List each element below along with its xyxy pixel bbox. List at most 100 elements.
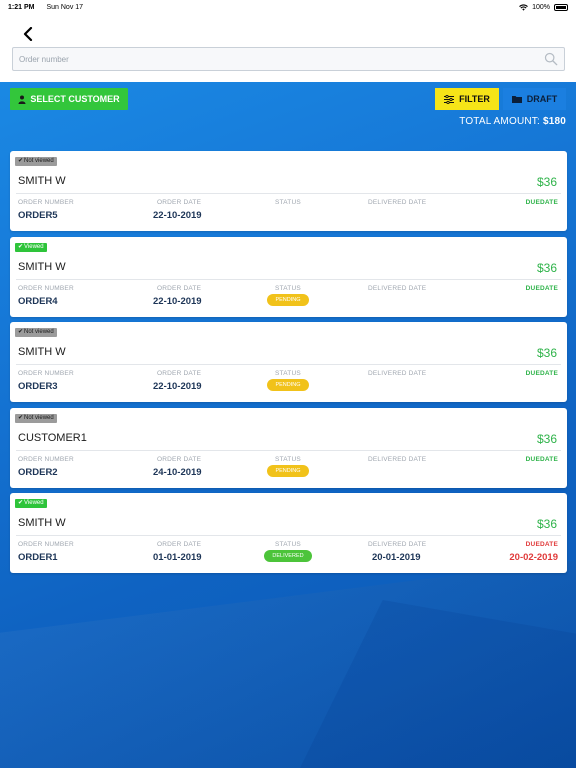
- check-icon: ✔: [18, 500, 24, 506]
- status-right: 100%: [519, 3, 568, 11]
- order-date: 01-01-2019: [153, 552, 202, 563]
- delivered-date-header: DELIVERED DATE: [368, 541, 427, 548]
- status-header: STATUS: [275, 455, 301, 463]
- order-date-header: ORDER DATE: [157, 455, 202, 463]
- viewed-badge: ✔ Not viewed: [15, 413, 57, 423]
- folder-icon: [511, 96, 522, 103]
- viewed-badge-label: Viewed: [24, 243, 44, 250]
- order-number-header: ORDER NUMBER: [18, 284, 74, 292]
- status-pill: PENDING: [267, 379, 309, 391]
- order-number-header: ORDER NUMBER: [18, 541, 74, 548]
- order-amount: $36: [536, 175, 557, 189]
- order-amount: $36: [536, 431, 557, 446]
- search-input[interactable]: [19, 54, 544, 64]
- total-amount: TOTAL AMOUNT: $180: [459, 116, 566, 127]
- duedate-header: DUEDATE: [525, 199, 558, 206]
- viewed-badge: ✔ Viewed: [15, 499, 47, 508]
- order-date-header: ORDER DATE: [157, 541, 202, 548]
- customer-name: CUSTOMER1: [18, 431, 87, 444]
- delivered-date-header: DELIVERED DATE: [368, 199, 427, 206]
- divider: [16, 364, 561, 365]
- due-date: 20-02-2019: [509, 552, 558, 563]
- viewed-badge: ✔ Viewed: [15, 242, 47, 252]
- order-amount: $36: [536, 260, 557, 275]
- order-amount: $36: [536, 346, 557, 360]
- filter-button[interactable]: FILTER: [435, 88, 499, 110]
- draft-button[interactable]: DRAFT: [503, 88, 566, 110]
- customer-name: SMITH W: [18, 517, 66, 529]
- delivered-date: 20-01-2019: [372, 552, 421, 563]
- order-number: ORDER3: [18, 381, 58, 392]
- select-customer-label: SELECT CUSTOMER: [30, 94, 120, 104]
- user-icon: [18, 95, 26, 104]
- order-date: 22-10-2019: [153, 210, 202, 221]
- customer-name: SMITH W: [18, 260, 66, 273]
- status-header: STATUS: [275, 370, 301, 377]
- top-bar: 1:21 PM Sun Nov 17 100%: [0, 0, 576, 82]
- viewed-badge-label: Not viewed: [24, 414, 54, 421]
- order-date: 22-10-2019: [153, 295, 202, 307]
- viewed-badge: ✔ Not viewed: [15, 157, 57, 166]
- order-number: ORDER2: [18, 466, 58, 478]
- filter-icon: [444, 94, 455, 104]
- check-icon: ✔: [18, 243, 24, 250]
- status-pill: PENDING: [267, 293, 309, 306]
- back-button[interactable]: [18, 24, 38, 44]
- viewed-badge-label: Not viewed: [24, 329, 54, 335]
- order-number: ORDER4: [18, 295, 58, 307]
- order-number: ORDER1: [18, 552, 58, 563]
- battery-icon: [554, 3, 568, 11]
- status-header: STATUS: [275, 541, 301, 548]
- delivered-date-header: DELIVERED DATE: [368, 370, 427, 377]
- check-icon: ✔: [18, 329, 24, 335]
- orders-list: ✔ Not viewed SMITH W $36 ORDER NUMBER OR…: [10, 151, 567, 579]
- order-date-header: ORDER DATE: [157, 284, 202, 292]
- status-header: STATUS: [275, 284, 301, 292]
- order-date: 24-10-2019: [153, 466, 202, 478]
- status-bar: 1:21 PM Sun Nov 17 100%: [0, 0, 576, 14]
- delivered-date-header: DELIVERED DATE: [368, 455, 427, 463]
- total-value: $180: [542, 116, 566, 127]
- order-number-header: ORDER NUMBER: [18, 370, 74, 377]
- order-card[interactable]: ✔ Not viewed CUSTOMER1 $36 ORDER NUMBER …: [10, 407, 567, 488]
- order-date-header: ORDER DATE: [157, 199, 202, 206]
- order-number-header: ORDER NUMBER: [18, 455, 74, 463]
- select-customer-button[interactable]: SELECT CUSTOMER: [10, 88, 128, 110]
- total-label: TOTAL AMOUNT:: [459, 116, 540, 127]
- status-date: Sun Nov 17: [46, 3, 84, 11]
- viewed-badge-label: Not viewed: [24, 158, 54, 164]
- order-card[interactable]: ✔ Not viewed SMITH W $36 ORDER NUMBER OR…: [10, 151, 567, 231]
- check-icon: ✔: [18, 158, 24, 164]
- search-icon[interactable]: [544, 52, 558, 66]
- check-icon: ✔: [18, 414, 24, 421]
- order-number-header: ORDER NUMBER: [18, 199, 74, 206]
- customer-name: SMITH W: [18, 175, 66, 187]
- divider: [16, 449, 561, 451]
- duedate-header: DUEDATE: [525, 541, 558, 548]
- status-pill: PENDING: [267, 464, 309, 477]
- status-pill: DELIVERED: [264, 550, 312, 562]
- viewed-badge-label: Viewed: [24, 500, 44, 506]
- draft-label: DRAFT: [526, 94, 558, 104]
- chevron-left-icon: [23, 27, 33, 41]
- divider: [16, 193, 561, 194]
- divider: [16, 278, 561, 280]
- order-date: 22-10-2019: [153, 381, 202, 392]
- order-card[interactable]: ✔ Viewed SMITH W $36 ORDER NUMBER ORDER …: [10, 493, 567, 573]
- status-header: STATUS: [275, 199, 301, 206]
- customer-name: SMITH W: [18, 346, 66, 358]
- status-time: 1:21 PM: [8, 3, 35, 11]
- order-date-header: ORDER DATE: [157, 370, 202, 377]
- order-amount: $36: [536, 517, 557, 531]
- filter-label: FILTER: [459, 94, 490, 104]
- search-bar: [12, 47, 565, 71]
- duedate-header: DUEDATE: [525, 455, 558, 463]
- battery-percent: 100%: [532, 3, 550, 11]
- delivered-date-header: DELIVERED DATE: [368, 284, 427, 292]
- order-card[interactable]: ✔ Viewed SMITH W $36 ORDER NUMBER ORDER …: [10, 236, 567, 317]
- viewed-badge: ✔ Not viewed: [15, 328, 57, 337]
- order-card[interactable]: ✔ Not viewed SMITH W $36 ORDER NUMBER OR…: [10, 322, 567, 402]
- order-number: ORDER5: [18, 210, 58, 221]
- wifi-icon: [519, 3, 528, 11]
- duedate-header: DUEDATE: [525, 284, 558, 292]
